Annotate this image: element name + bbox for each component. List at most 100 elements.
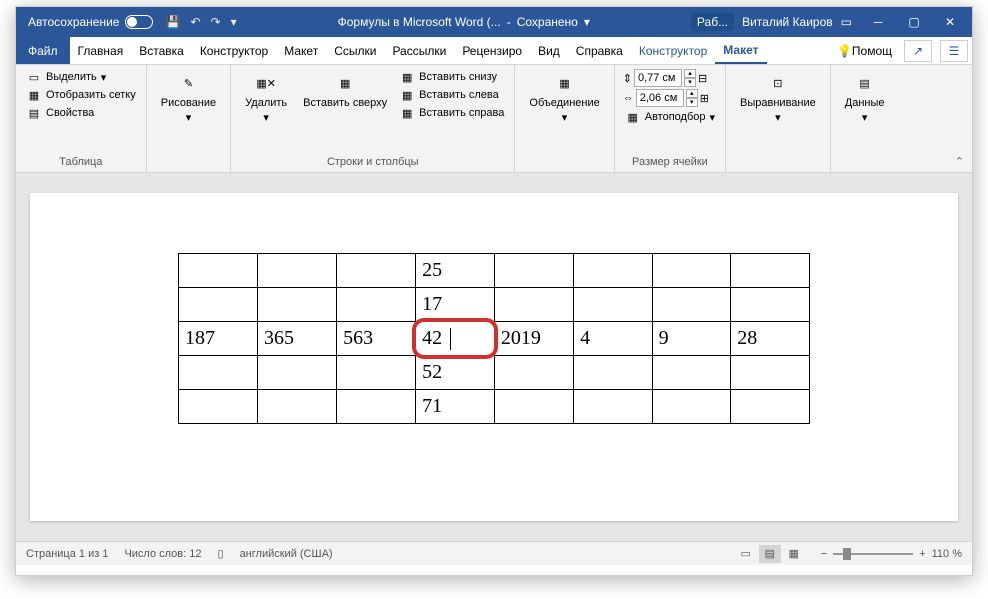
table-cell[interactable]: 25 xyxy=(416,254,495,288)
delete-button[interactable]: ▦✕ Удалить▾ xyxy=(239,69,293,126)
tab-review[interactable]: Рецензиро xyxy=(454,37,530,64)
tab-references[interactable]: Ссылки xyxy=(326,37,384,64)
tab-insert[interactable]: Вставка xyxy=(131,37,192,64)
alignment-button[interactable]: ⊡ Выравнивание▾ xyxy=(734,69,822,126)
select-button[interactable]: ▭Выделить ▾ xyxy=(24,69,138,85)
tab-file[interactable]: Файл xyxy=(16,37,70,64)
distribute-rows-icon[interactable]: ⊟ xyxy=(698,72,707,85)
read-mode-icon[interactable]: ▭ xyxy=(735,545,757,563)
table-cell[interactable] xyxy=(179,254,258,288)
share-button[interactable]: ↗ xyxy=(904,40,932,62)
table-cell[interactable]: 42 xyxy=(416,322,495,356)
insert-above-button[interactable]: ▦ Вставить сверху xyxy=(297,69,393,111)
table-cell[interactable]: 28 xyxy=(731,322,810,356)
table-cell[interactable] xyxy=(494,356,573,390)
width-down[interactable]: ▾ xyxy=(686,98,698,107)
height-up[interactable]: ▴ xyxy=(684,69,696,78)
zoom-in-button[interactable]: + xyxy=(919,548,925,560)
word-count[interactable]: Число слов: 12 xyxy=(124,548,201,560)
table-cell[interactable]: 71 xyxy=(416,390,495,424)
page[interactable]: 2517 1873655634220194928 5271 xyxy=(30,193,958,521)
distribute-cols-icon[interactable]: ⊞ xyxy=(700,92,709,105)
table-cell[interactable] xyxy=(494,288,573,322)
table-cell[interactable]: 52 xyxy=(416,356,495,390)
height-down[interactable]: ▾ xyxy=(684,78,696,87)
tell-me[interactable]: 💡 Помощ xyxy=(829,37,900,64)
table-cell[interactable]: 17 xyxy=(416,288,495,322)
table-cell[interactable]: 365 xyxy=(258,322,337,356)
tab-help[interactable]: Справка xyxy=(568,37,631,64)
minimize-button[interactable]: ─ xyxy=(860,7,896,37)
web-layout-icon[interactable]: ▦ xyxy=(783,545,805,563)
table-cell[interactable] xyxy=(179,390,258,424)
insert-below-button[interactable]: ▦Вставить снизу xyxy=(397,69,506,85)
ribbon-display-icon[interactable]: ▭ xyxy=(841,15,852,29)
saved-dropdown-icon[interactable]: ▾ xyxy=(584,15,590,29)
tab-table-design[interactable]: Конструктор xyxy=(631,37,715,64)
tab-design[interactable]: Конструктор xyxy=(192,37,276,64)
zoom-level[interactable]: 110 % xyxy=(932,548,962,560)
autofit-button[interactable]: ▦Автоподбор ▾ xyxy=(623,109,717,125)
undo-icon[interactable]: ↶ xyxy=(190,15,200,29)
table-cell[interactable] xyxy=(731,356,810,390)
height-input[interactable] xyxy=(634,69,682,87)
tab-layout[interactable]: Макет xyxy=(276,37,326,64)
table-cell[interactable]: 563 xyxy=(337,322,416,356)
save-icon[interactable]: 💾 xyxy=(165,15,180,29)
width-input[interactable] xyxy=(636,89,684,107)
table-cell[interactable]: 187 xyxy=(179,322,258,356)
table-cell[interactable] xyxy=(574,356,653,390)
page-indicator[interactable]: Страница 1 из 1 xyxy=(26,548,108,560)
table-cell[interactable] xyxy=(574,390,653,424)
data-button[interactable]: ▤ Данные▾ xyxy=(839,69,891,126)
table-cell[interactable] xyxy=(337,288,416,322)
toggle-switch[interactable] xyxy=(125,15,153,29)
table-cell[interactable] xyxy=(258,390,337,424)
table-cell[interactable] xyxy=(652,254,731,288)
table-cell[interactable] xyxy=(731,288,810,322)
table-cell[interactable] xyxy=(494,390,573,424)
redo-icon[interactable]: ↷ xyxy=(211,15,221,29)
gridlines-button[interactable]: ▦Отобразить сетку xyxy=(24,87,138,103)
table-cell[interactable] xyxy=(258,288,337,322)
table-cell[interactable] xyxy=(652,356,731,390)
merge-button[interactable]: ▦ Объединение▾ xyxy=(523,69,605,126)
maximize-button[interactable]: ▢ xyxy=(896,7,932,37)
document-table[interactable]: 2517 1873655634220194928 5271 xyxy=(178,253,810,424)
close-button[interactable]: ✕ xyxy=(932,7,968,37)
table-cell[interactable] xyxy=(731,390,810,424)
table-cell[interactable] xyxy=(652,288,731,322)
comments-button[interactable]: ☰ xyxy=(940,40,968,62)
autosave-toggle[interactable]: Автосохранение xyxy=(28,15,153,29)
table-cell[interactable] xyxy=(337,390,416,424)
table-cell[interactable] xyxy=(179,356,258,390)
zoom-slider[interactable] xyxy=(833,553,913,555)
tab-mailings[interactable]: Рассылки xyxy=(384,37,454,64)
qat-dropdown-icon[interactable]: ▾ xyxy=(231,15,237,29)
table-cell[interactable] xyxy=(574,254,653,288)
table-cell[interactable] xyxy=(731,254,810,288)
tab-home[interactable]: Главная xyxy=(70,37,132,64)
table-cell[interactable] xyxy=(179,288,258,322)
language-indicator[interactable]: английский (США) xyxy=(240,548,333,560)
table-cell[interactable] xyxy=(337,254,416,288)
table-cell[interactable] xyxy=(574,288,653,322)
table-cell[interactable] xyxy=(652,390,731,424)
print-layout-icon[interactable]: ▤ xyxy=(759,545,781,563)
insert-left-button[interactable]: ▦Вставить слева xyxy=(397,87,506,103)
properties-button[interactable]: ▤Свойства xyxy=(24,105,138,121)
tab-view[interactable]: Вид xyxy=(530,37,568,64)
spellcheck-icon[interactable]: ▯ xyxy=(218,547,224,560)
draw-button[interactable]: ✎ Рисование▾ xyxy=(155,69,222,126)
table-cell[interactable] xyxy=(337,356,416,390)
width-up[interactable]: ▴ xyxy=(686,89,698,98)
table-cell[interactable]: 9 xyxy=(652,322,731,356)
zoom-out-button[interactable]: − xyxy=(821,548,827,560)
table-cell[interactable] xyxy=(258,356,337,390)
tab-table-layout[interactable]: Макет xyxy=(715,37,766,64)
table-cell[interactable] xyxy=(258,254,337,288)
insert-right-button[interactable]: ▦Вставить справа xyxy=(397,105,506,121)
table-cell[interactable]: 2019 xyxy=(494,322,573,356)
table-cell[interactable] xyxy=(494,254,573,288)
table-cell[interactable]: 4 xyxy=(574,322,653,356)
